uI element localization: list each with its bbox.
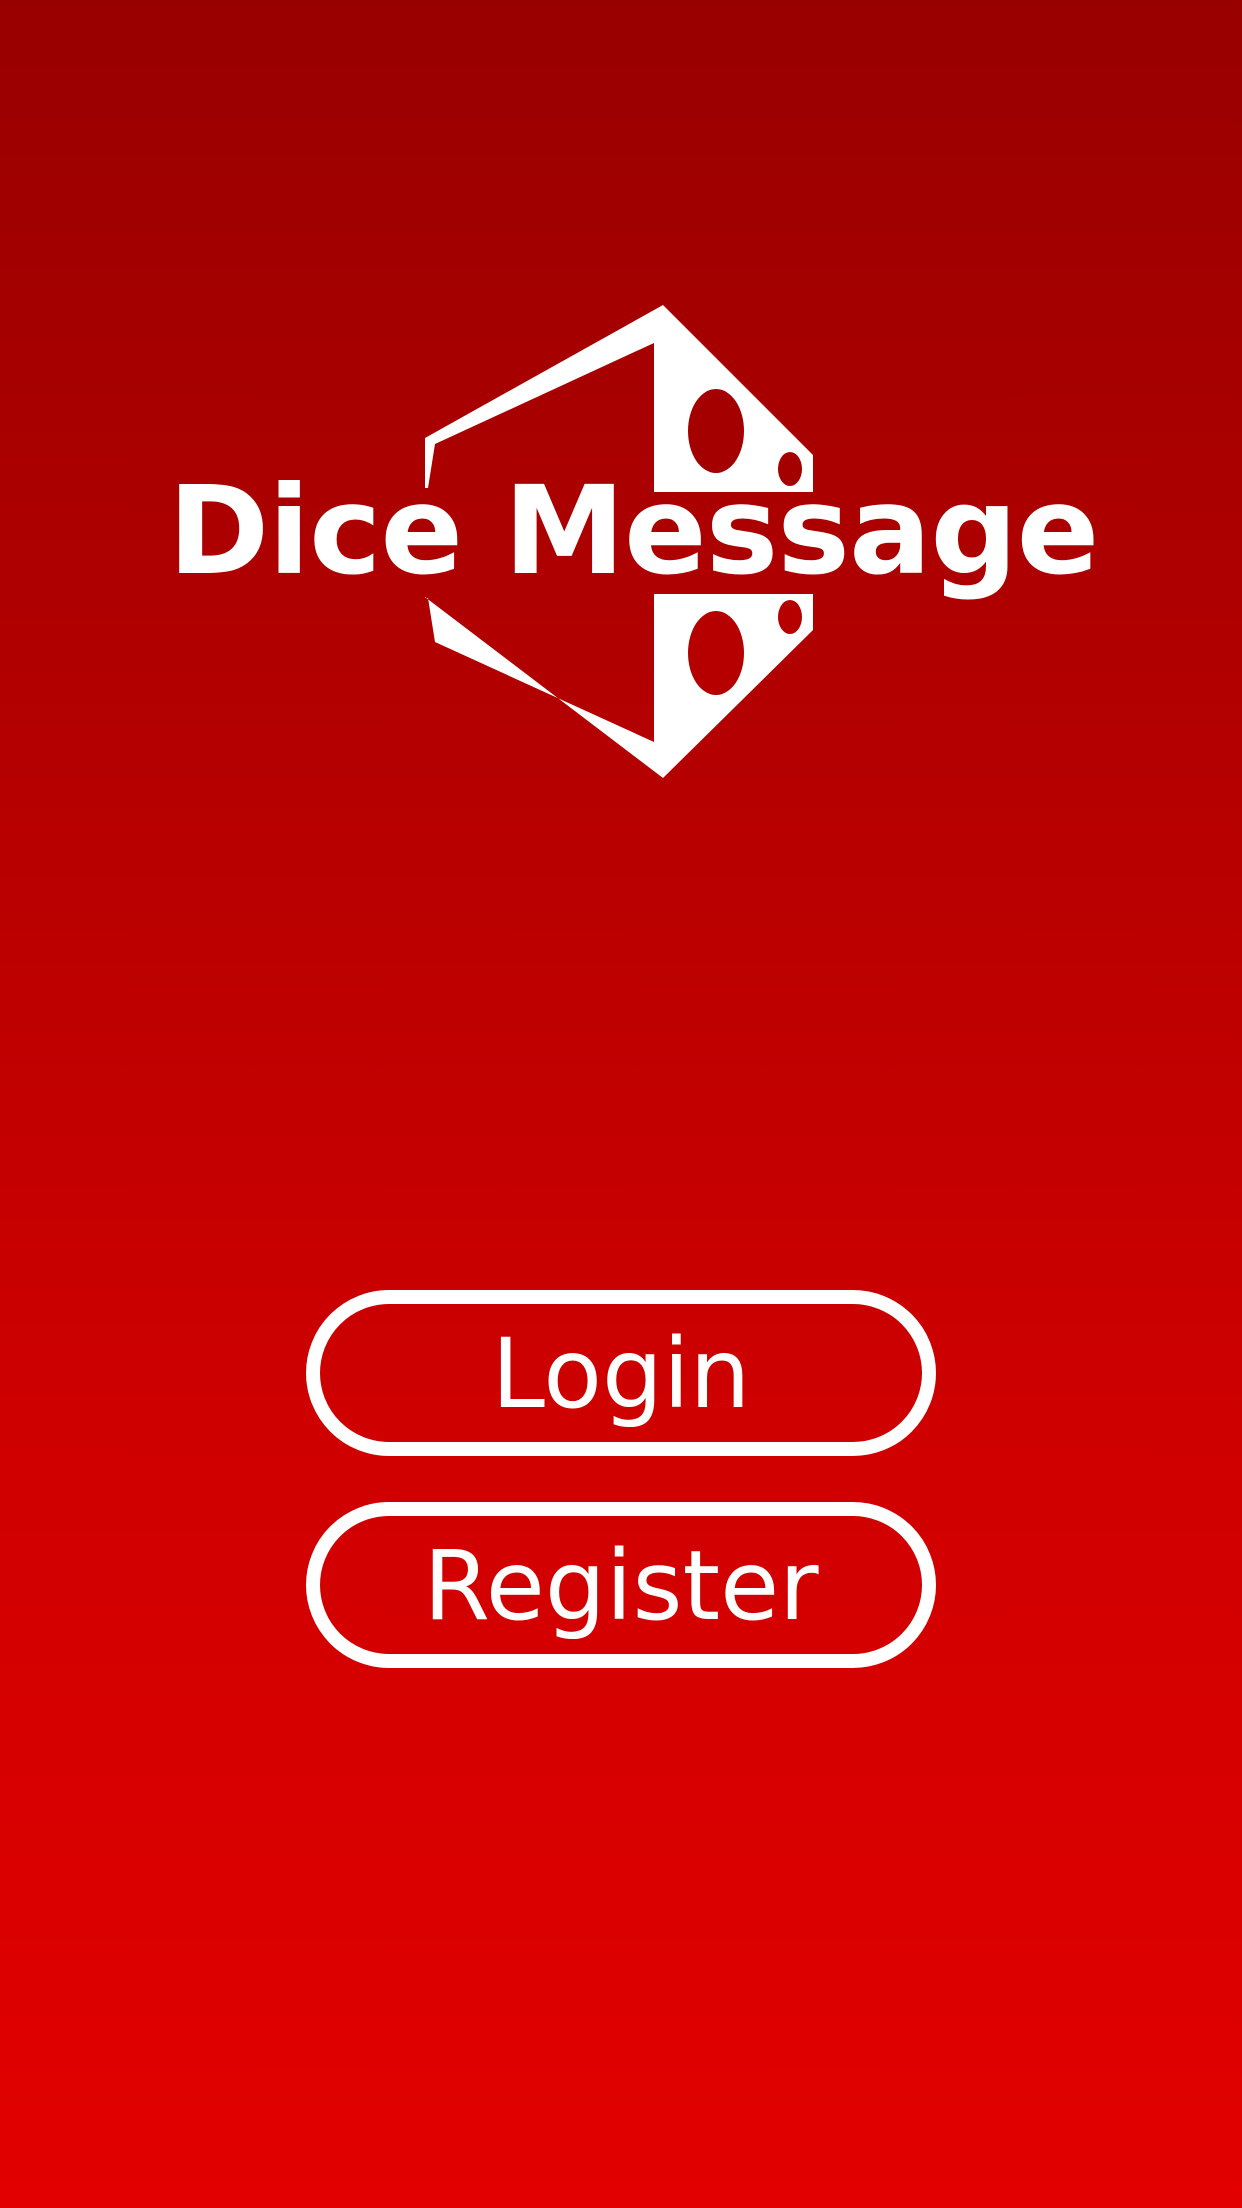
app-logo: Dice Message [0,0,1242,800]
dice-pip [688,611,744,695]
dice-outline-bottom [425,594,813,778]
login-button[interactable]: Login [306,1290,936,1456]
register-button[interactable]: Register [306,1502,936,1668]
app-name: Dice Message [168,460,1099,602]
dice-icon [425,305,813,778]
